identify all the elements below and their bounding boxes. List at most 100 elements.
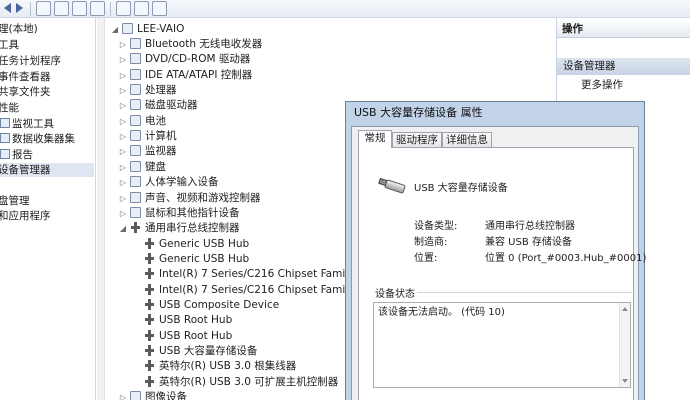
monitor-icon bbox=[130, 145, 141, 157]
tab-general[interactable]: 常规 bbox=[358, 130, 392, 148]
tree-category[interactable]: ▷ Bluetooth 无线电收发器 bbox=[119, 37, 262, 52]
tree-device[interactable]: USB Root Hub bbox=[133, 329, 232, 344]
usb-icon bbox=[144, 298, 155, 310]
status-text: 该设备无法启动。 (代码 10) bbox=[378, 307, 505, 318]
tree-category[interactable]: ▷ DVD/CD-ROM 驱动器 bbox=[119, 52, 250, 67]
chevron-down-icon[interactable]: ◢ bbox=[119, 221, 127, 236]
tree-device[interactable]: Intel(R) 7 Series/C216 Chipset Family US… bbox=[133, 283, 379, 298]
tree-category[interactable]: ▷ 图像设备 bbox=[119, 390, 187, 400]
properties-icon[interactable] bbox=[54, 1, 69, 16]
more-actions-link[interactable]: 更多操作 bbox=[581, 78, 623, 93]
chevron-right-icon[interactable]: ▷ bbox=[119, 37, 127, 52]
nav-item-10[interactable]: 盘管理 bbox=[0, 194, 94, 208]
forward-arrow-icon[interactable] bbox=[16, 3, 23, 13]
usb-icon bbox=[144, 252, 155, 264]
scroll-down-icon[interactable] bbox=[622, 379, 628, 383]
nav-item-label: 报告 bbox=[12, 149, 33, 161]
tree-root-label: LEE-VAIO bbox=[137, 23, 185, 35]
tree-item-label: USB Root Hub bbox=[159, 314, 233, 327]
chevron-right-icon[interactable]: ▷ bbox=[119, 114, 127, 129]
tree-category[interactable]: ◢ 通用串行总线控制器 bbox=[119, 221, 240, 236]
chevron-right-icon[interactable]: ▷ bbox=[119, 98, 127, 113]
console-tree: 理(本地) 工具任务计划程序事件查看器 共享文件夹性能监视工具 数据收集器集报告设备管… bbox=[0, 18, 96, 400]
tree-item-label: USB Root Hub bbox=[159, 329, 233, 342]
tree-device[interactable]: 英特尔(R) USB 3.0 根集线器 bbox=[133, 359, 296, 374]
console-tree-icon[interactable] bbox=[36, 1, 51, 16]
chevron-right-icon[interactable]: ▷ bbox=[119, 160, 127, 175]
location-label: 位置: bbox=[414, 253, 438, 264]
tree-category[interactable]: ▷ 电池 bbox=[119, 114, 166, 129]
nav-item-label: 工具 bbox=[0, 39, 19, 51]
chevron-right-icon[interactable]: ▷ bbox=[119, 390, 127, 400]
chevron-right-icon[interactable]: ▷ bbox=[119, 129, 127, 144]
chevron-right-icon[interactable]: ▷ bbox=[119, 52, 127, 67]
tree-device[interactable]: Generic USB Hub bbox=[133, 252, 249, 267]
usb-icon bbox=[144, 329, 155, 341]
nav-item-2[interactable]: 任务计划程序 bbox=[0, 54, 94, 68]
tree-category[interactable]: ▷ 人体学输入设备 bbox=[119, 175, 219, 190]
status-scrollbar[interactable] bbox=[619, 303, 630, 387]
nav-item-label: 设备管理器 bbox=[0, 164, 51, 176]
uninstall-icon[interactable] bbox=[134, 1, 149, 16]
chevron-right-icon[interactable]: ▷ bbox=[119, 175, 127, 190]
report-icon bbox=[0, 149, 10, 159]
tree-category[interactable]: ▷ 处理器 bbox=[119, 83, 177, 98]
nav-item-4[interactable]: 共享文件夹 bbox=[0, 85, 94, 99]
nav-item-11[interactable]: 和应用程序 bbox=[0, 209, 94, 223]
tree-device[interactable]: USB Composite Device bbox=[133, 298, 279, 313]
nav-item-7[interactable]: 数据收集器集 bbox=[0, 132, 95, 146]
tree-category[interactable]: ▷ 磁盘驱动器 bbox=[119, 98, 198, 113]
update-driver-icon[interactable] bbox=[152, 1, 167, 16]
tree-device[interactable]: USB Root Hub bbox=[133, 313, 232, 328]
tree-device[interactable]: 英特尔(R) USB 3.0 可扩展主机控制器 bbox=[133, 375, 338, 390]
nav-item-6[interactable]: 监视工具 bbox=[0, 117, 95, 131]
status-textbox[interactable]: 该设备无法启动。 (代码 10) bbox=[373, 302, 631, 388]
tree-item-label: 电池 bbox=[145, 114, 166, 127]
tab-driver[interactable]: 驱动程序 bbox=[392, 132, 442, 147]
chevron-down-icon[interactable]: ◢ bbox=[111, 22, 119, 37]
show-hide-icon[interactable] bbox=[90, 1, 105, 16]
nav-item-label: 任务计划程序 bbox=[0, 55, 61, 67]
back-arrow-icon[interactable] bbox=[4, 3, 11, 13]
tree-category[interactable]: ▷ 鼠标和其他指针设备 bbox=[119, 206, 240, 221]
tree-device[interactable]: Intel(R) 7 Series/C216 Chipset Family US… bbox=[133, 267, 379, 282]
dialog-titlebar[interactable]: USB 大容量存储设备 属性 bbox=[346, 102, 644, 124]
nav-item-8[interactable]: 报告 bbox=[0, 148, 95, 162]
monitor-icon bbox=[0, 118, 10, 128]
tree-category[interactable]: ▷ 键盘 bbox=[119, 160, 166, 175]
nav-item-1[interactable]: 工具 bbox=[0, 38, 94, 52]
dvd-icon bbox=[130, 53, 141, 65]
tree-category[interactable]: ▷ IDE ATA/ATAPI 控制器 bbox=[119, 68, 252, 83]
tree-category[interactable]: ▷ 计算机 bbox=[119, 129, 177, 144]
tree-category[interactable]: ▷ 声音、视频和游戏控制器 bbox=[119, 191, 261, 206]
chevron-right-icon[interactable]: ▷ bbox=[119, 206, 127, 221]
tree-category[interactable]: ▷ 监视器 bbox=[119, 144, 177, 159]
tree-device[interactable]: Generic USB Hub bbox=[133, 237, 249, 252]
chevron-right-icon[interactable]: ▷ bbox=[119, 144, 127, 159]
usb-icon bbox=[144, 283, 155, 295]
mouse-icon bbox=[130, 206, 141, 218]
scan-hardware-icon[interactable] bbox=[116, 1, 131, 16]
chevron-right-icon[interactable]: ▷ bbox=[119, 68, 127, 83]
dialog-body: 常规 驱动程序 详细信息 USB 大容量存储设备 设备类型: 通用串行总线控制器… bbox=[351, 126, 646, 400]
tree-device[interactable]: USB 大容量存储设备 bbox=[133, 344, 257, 359]
nav-item-9[interactable]: 设备管理器 bbox=[0, 163, 94, 177]
chevron-right-icon[interactable]: ▷ bbox=[119, 191, 127, 206]
nav-item-0[interactable]: 理(本地) bbox=[0, 22, 94, 36]
tree-root[interactable]: ◢ LEE-VAIO bbox=[111, 22, 184, 37]
tab-details[interactable]: 详细信息 bbox=[442, 132, 492, 147]
nav-item-5[interactable]: 性能 bbox=[0, 101, 94, 115]
sound-icon bbox=[130, 191, 141, 203]
tree-scrollbar[interactable] bbox=[97, 18, 105, 400]
tree-item-label: 磁盘驱动器 bbox=[145, 99, 198, 112]
help-icon[interactable] bbox=[72, 1, 87, 16]
disk-drive-icon bbox=[130, 99, 141, 111]
usb-icon bbox=[144, 237, 155, 249]
nav-item-3[interactable]: 事件查看器 bbox=[0, 70, 94, 84]
usb-icon bbox=[144, 360, 155, 372]
actions-section-device-manager[interactable]: 设备管理器 bbox=[557, 58, 690, 75]
manufacturer-label: 制造商: bbox=[414, 237, 448, 248]
chevron-right-icon[interactable]: ▷ bbox=[119, 83, 127, 98]
scroll-up-icon[interactable] bbox=[622, 307, 628, 311]
usb-icon bbox=[144, 314, 155, 326]
